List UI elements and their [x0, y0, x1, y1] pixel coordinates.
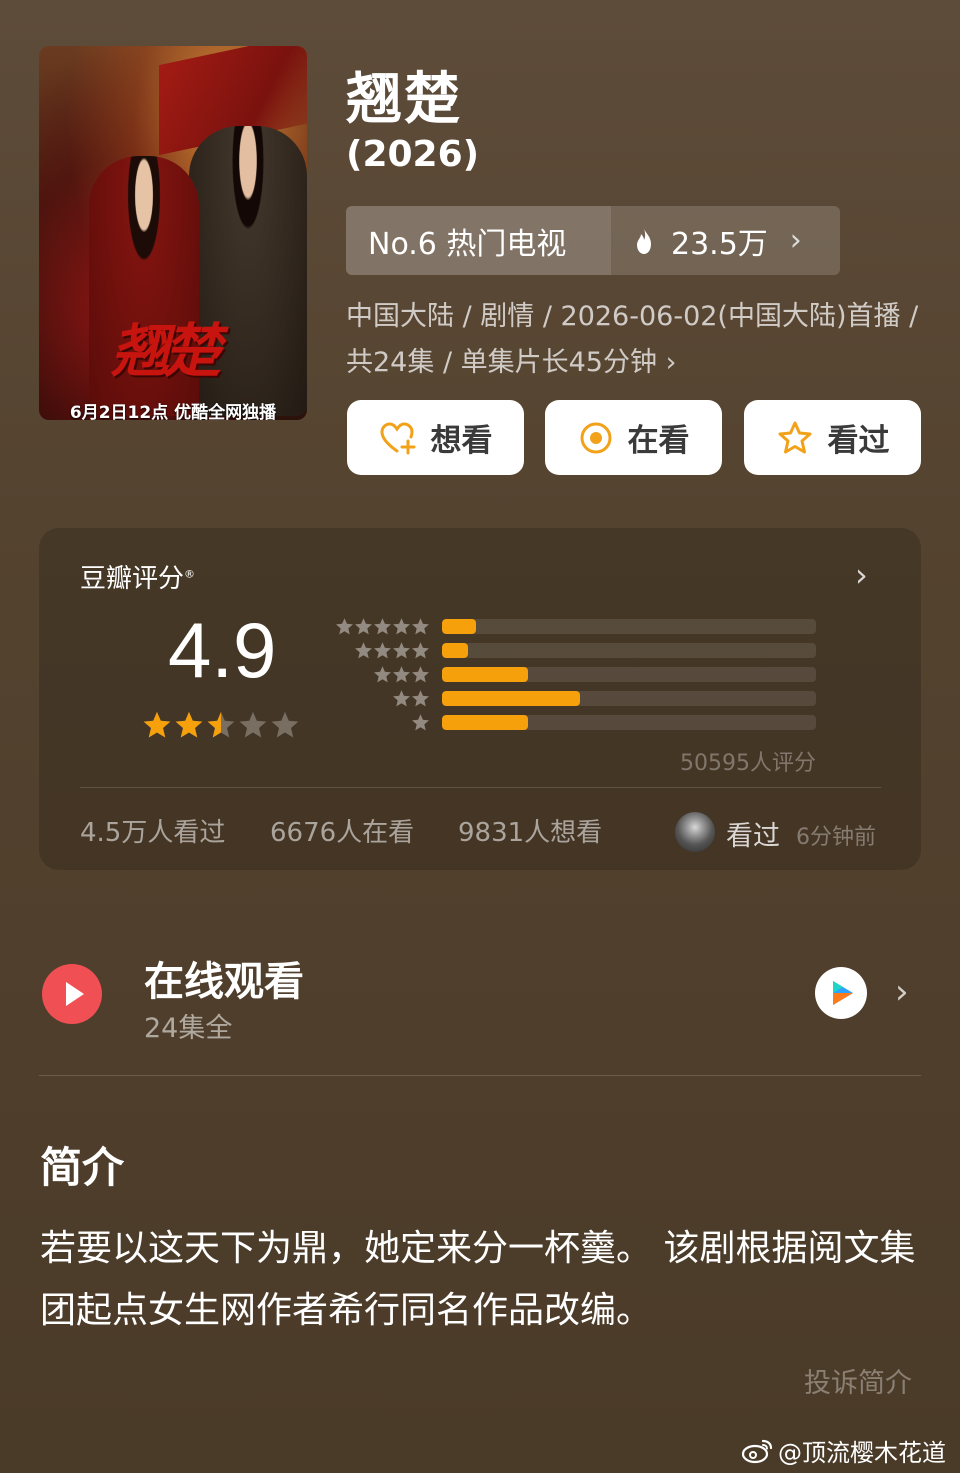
- stat-watching[interactable]: 6676人在看: [270, 812, 414, 849]
- play-icon[interactable]: [42, 964, 102, 1024]
- small-star-icon: [412, 642, 429, 659]
- small-star-icon: [412, 714, 429, 731]
- distribution-stars-1: [334, 713, 430, 733]
- small-star-icon: [374, 618, 391, 635]
- small-star-icon: [412, 618, 429, 635]
- watch-online-title[interactable]: 在线观看: [144, 949, 304, 1007]
- watched-label: 看过: [827, 423, 890, 459]
- score-star-icon: [271, 711, 299, 738]
- distribution-bar-4: [442, 643, 816, 658]
- poster-image[interactable]: 翘楚 6月2日12点 优酷全网独播: [39, 46, 307, 420]
- distribution-stars-2: [334, 689, 430, 709]
- show-title: 翘楚: [346, 67, 462, 132]
- report-intro-link[interactable]: 投诉简介: [804, 1361, 912, 1400]
- small-star-icon: [412, 666, 429, 683]
- show-meta[interactable]: 中国大陆 / 剧情 / 2026-06-02(中国大陆)首播 / 共24集 / …: [346, 294, 926, 386]
- watermark-text: @顶流樱木花道: [778, 1439, 946, 1467]
- poster-caption: 6月2日12点 优酷全网独播: [69, 403, 277, 420]
- distribution-stars-5: [334, 617, 430, 637]
- distribution-bar-fill: [442, 643, 469, 658]
- small-star-icon: [355, 642, 372, 659]
- score-star-icon: [175, 711, 203, 738]
- rank-badge[interactable]: No.6 热门电视 23.5万 ›: [346, 206, 840, 275]
- small-star-icon: [412, 690, 429, 707]
- stat-want[interactable]: 9831人想看: [458, 812, 602, 849]
- score-star-icon: [207, 711, 235, 738]
- watch-online-subtitle: 24集全: [144, 1013, 233, 1044]
- rating-chevron-icon[interactable]: ›: [855, 556, 868, 594]
- score-star-icon: [239, 711, 267, 738]
- intro-text: 若要以这天下为鼎，她定来分一杯羹。 该剧根据阅文集团起点女生网作者希行同名作品改…: [40, 1228, 916, 1331]
- distribution-bar-2: [442, 691, 816, 706]
- meta-text: 中国大陆 / 剧情 / 2026-06-02(中国大陆)首播 / 共24集 / …: [346, 301, 919, 378]
- watching-label: 在看: [627, 423, 690, 459]
- small-star-icon: [393, 642, 410, 659]
- intro-title: 简介: [40, 1143, 125, 1192]
- star-outline-icon: [778, 421, 811, 453]
- small-star-icon: [355, 618, 372, 635]
- small-star-icon: [374, 642, 391, 659]
- small-star-icon: [393, 618, 410, 635]
- youku-logo-icon[interactable]: [815, 967, 867, 1019]
- watermark: @顶流樱木花道: [740, 1433, 946, 1468]
- show-year: (2026): [346, 134, 480, 175]
- distribution-bar-5: [442, 619, 816, 634]
- watching-button[interactable]: 在看: [545, 400, 722, 475]
- watched-button[interactable]: 看过: [744, 400, 921, 475]
- distribution-bar-fill: [442, 715, 529, 730]
- small-star-icon: [393, 690, 410, 707]
- rating-score: 4.9: [168, 606, 277, 694]
- meta-chevron-icon: ›: [665, 347, 677, 378]
- heart-plus-icon: [379, 421, 415, 454]
- distribution-stars-3: [334, 665, 430, 685]
- registered-mark: ®: [184, 567, 196, 581]
- distribution-bar-fill: [442, 619, 476, 634]
- rating-title: 豆瓣评分®: [80, 558, 195, 595]
- distribution-bar-fill: [442, 667, 529, 682]
- section-divider: [39, 1075, 921, 1076]
- stat-seen[interactable]: 4.5万人看过: [80, 812, 225, 849]
- avatar[interactable]: [675, 812, 715, 852]
- want-to-watch-label: 想看: [430, 423, 493, 459]
- distribution-bar-3: [442, 667, 816, 682]
- distribution-bar-fill: [442, 691, 581, 706]
- rank-chevron-icon: ›: [789, 223, 802, 258]
- poster-calligraphy: 翘楚: [111, 317, 221, 385]
- distribution-bar-1: [442, 715, 816, 730]
- want-to-watch-button[interactable]: 想看: [347, 400, 524, 475]
- target-icon: [580, 422, 611, 453]
- rank-label: No.6 热门电视: [346, 206, 611, 275]
- small-star-icon: [393, 666, 410, 683]
- small-star-icon: [336, 618, 353, 635]
- distribution-stars-4: [334, 641, 430, 661]
- watch-chevron-icon[interactable]: ›: [895, 972, 909, 1012]
- weibo-icon: [741, 1439, 773, 1463]
- small-star-icon: [374, 666, 391, 683]
- rating-title-text: 豆瓣评分: [80, 564, 185, 594]
- heat-value: 23.5万: [671, 226, 768, 262]
- friend-action: 看过: [726, 821, 780, 852]
- score-star-icon: [143, 711, 171, 738]
- fire-icon: [637, 227, 651, 254]
- heat-section: 23.5万 ›: [611, 206, 840, 275]
- rating-divider: [80, 787, 881, 788]
- friend-time: 6分钟前: [796, 825, 876, 850]
- score-stars: [142, 710, 302, 740]
- rating-count: 50595人评分: [680, 751, 816, 776]
